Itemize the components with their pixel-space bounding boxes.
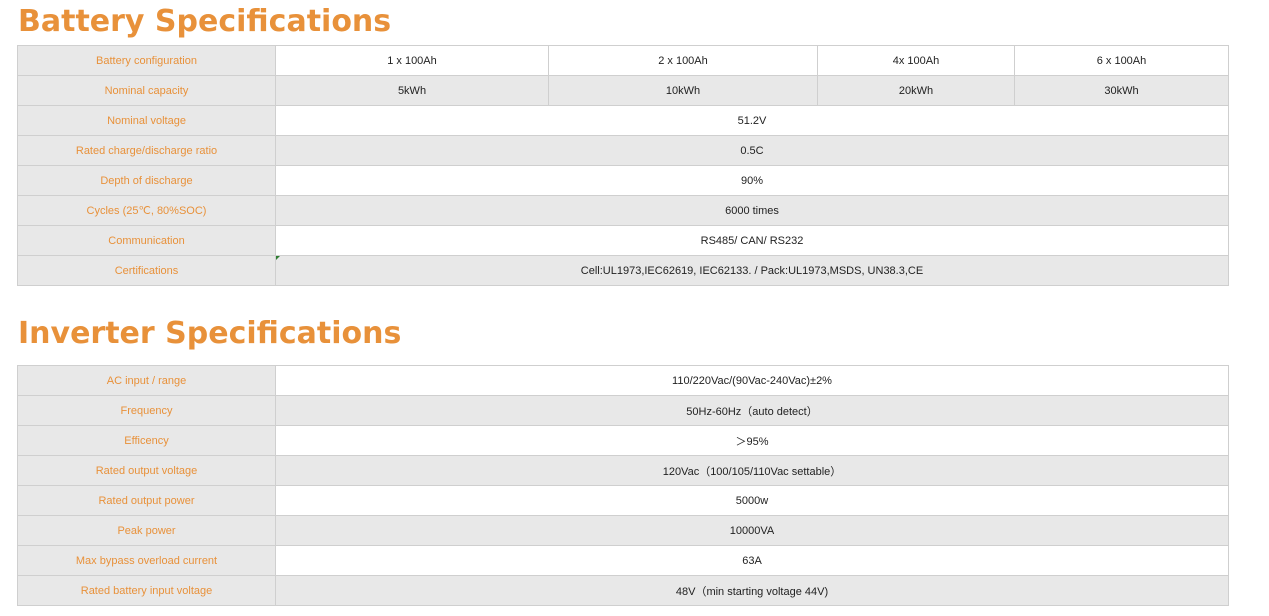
table-cell: 120Vac（100/105/110Vac settable）: [275, 455, 1229, 486]
row-label: Rated output power: [17, 485, 276, 516]
table-cell: 5kWh: [275, 75, 549, 106]
row-label: Battery configuration: [17, 45, 276, 76]
row-label: Rated battery input voltage: [17, 575, 276, 606]
table-row: Certifications Cell:UL1973,IEC62619, IEC…: [17, 255, 1229, 286]
table-cell: 4x 100Ah: [817, 45, 1015, 76]
table-cell: 5000w: [275, 485, 1229, 516]
table-cell: 1 x 100Ah: [275, 45, 549, 76]
table-cell: 63A: [275, 545, 1229, 576]
battery-specifications-table: Battery configuration 1 x 100Ah 2 x 100A…: [17, 45, 1229, 286]
table-cell: 30kWh: [1014, 75, 1229, 106]
row-label: Nominal voltage: [17, 105, 276, 136]
row-label: Max bypass overload current: [17, 545, 276, 576]
row-label: Rated output voltage: [17, 455, 276, 486]
row-label: Peak power: [17, 515, 276, 546]
row-label: Rated charge/discharge ratio: [17, 135, 276, 166]
cell-text: Cell:UL1973,IEC62619, IEC62133. / Pack:U…: [580, 264, 924, 277]
table-cell: RS485/ CAN/ RS232: [275, 225, 1229, 256]
row-label: Cycles (25℃, 80%SOC): [17, 195, 276, 226]
row-label: Frequency: [17, 395, 276, 426]
table-row: Nominal voltage 51.2V: [17, 105, 1229, 136]
table-row: AC input / range 110/220Vac/(90Vac-240Va…: [17, 365, 1229, 396]
row-label: Depth of discharge: [17, 165, 276, 196]
battery-specifications-heading: Battery Specifications: [18, 4, 392, 39]
table-row: Efficency ＞95%: [17, 425, 1229, 456]
table-row: Rated output power 5000w: [17, 485, 1229, 516]
table-cell: 90%: [275, 165, 1229, 196]
row-label: Communication: [17, 225, 276, 256]
table-row: Max bypass overload current 63A: [17, 545, 1229, 576]
table-row: Rated output voltage 120Vac（100/105/110V…: [17, 455, 1229, 486]
table-cell: 10000VA: [275, 515, 1229, 546]
table-row: Cycles (25℃, 80%SOC) 6000 times: [17, 195, 1229, 226]
table-cell: 2 x 100Ah: [548, 45, 818, 76]
table-cell: 20kWh: [817, 75, 1015, 106]
table-row: Depth of discharge 90%: [17, 165, 1229, 196]
table-row: Communication RS485/ CAN/ RS232: [17, 225, 1229, 256]
row-label: Nominal capacity: [17, 75, 276, 106]
table-cell: 6 x 100Ah: [1014, 45, 1229, 76]
table-row: Frequency 50Hz-60Hz（auto detect）: [17, 395, 1229, 426]
inverter-specifications-table: AC input / range 110/220Vac/(90Vac-240Va…: [17, 365, 1229, 606]
table-cell: 110/220Vac/(90Vac-240Vac)±2%: [275, 365, 1229, 396]
inverter-specifications-heading: Inverter Specifications: [18, 316, 402, 351]
table-cell: 50Hz-60Hz（auto detect）: [275, 395, 1229, 426]
row-label: AC input / range: [17, 365, 276, 396]
table-cell: 0.5C: [275, 135, 1229, 166]
table-cell: 6000 times: [275, 195, 1229, 226]
table-row: Peak power 10000VA: [17, 515, 1229, 546]
table-row: Nominal capacity 5kWh 10kWh 20kWh 30kWh: [17, 75, 1229, 106]
table-row: Rated charge/discharge ratio 0.5C: [17, 135, 1229, 166]
table-cell: 10kWh: [548, 75, 818, 106]
table-cell: Cell:UL1973,IEC62619, IEC62133. / Pack:U…: [275, 255, 1229, 286]
table-cell: ＞95%: [275, 425, 1229, 456]
cell-corner-marker: [276, 256, 280, 260]
table-row: Battery configuration 1 x 100Ah 2 x 100A…: [17, 45, 1229, 76]
table-cell: 48V（min starting voltage 44V): [275, 575, 1229, 606]
row-label: Certifications: [17, 255, 276, 286]
table-row: Rated battery input voltage 48V（min star…: [17, 575, 1229, 606]
table-cell: 51.2V: [275, 105, 1229, 136]
row-label: Efficency: [17, 425, 276, 456]
